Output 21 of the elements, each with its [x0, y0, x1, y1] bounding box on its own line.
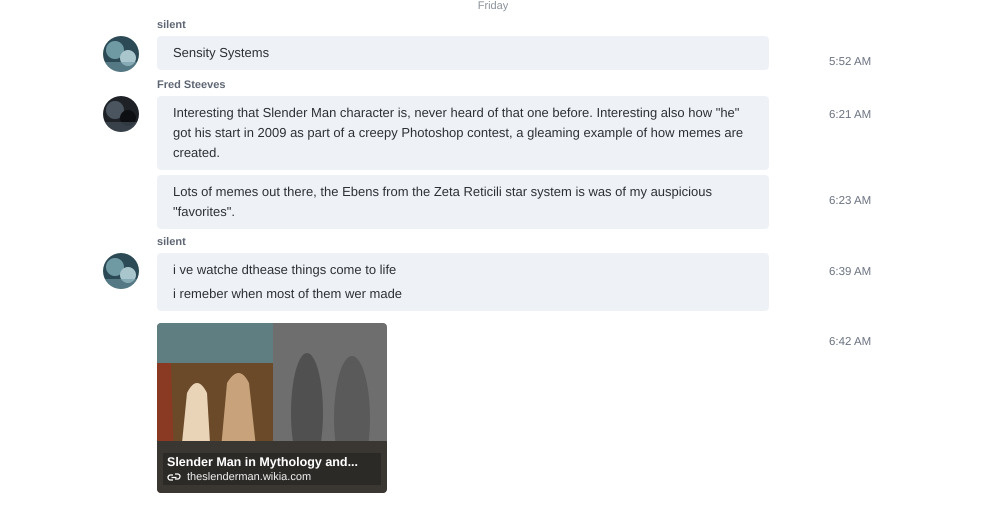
message-text: i remeber when most of them wer made — [173, 285, 404, 303]
timestamp: 6:39 AM — [829, 265, 872, 279]
message-text: i ve watche dthease things come to life — [173, 261, 398, 279]
message-text: Interesting that Slender Man character is, never heard of that one before. Interesting also how "he" got his start in 2009 as part of a creepy Photoshop contest, a gleaming example of how memes are created. — [173, 104, 744, 162]
avatar[interactable] — [103, 96, 139, 132]
timestamp: 6:23 AM — [829, 194, 872, 208]
timestamp: 6:21 AM — [829, 108, 872, 122]
timestamp: 6:42 AM — [829, 335, 872, 349]
author-name[interactable]: silent — [157, 19, 186, 32]
avatar[interactable] — [103, 253, 139, 289]
link-title[interactable]: Slender Man in Mythology and... — [167, 455, 377, 469]
timestamp: 5:52 AM — [829, 55, 872, 69]
date-divider: Friday — [478, 0, 508, 12]
avatar[interactable] — [103, 36, 139, 72]
link-domain[interactable]: theslenderman.wikia.com — [187, 471, 312, 483]
link-preview[interactable]: Slender Man in Mythology and... theslenderman.wikia.com — [157, 323, 387, 493]
author-name[interactable]: silent — [157, 236, 186, 249]
message-text: Lots of memes out there, the Ebens from the Zeta Reticili star system is was of my auspicious "favorites". — [173, 183, 713, 221]
link-icon — [167, 472, 181, 482]
author-name[interactable]: Fred Steeves — [157, 79, 226, 92]
message-text: Sensity Systems — [173, 44, 270, 62]
